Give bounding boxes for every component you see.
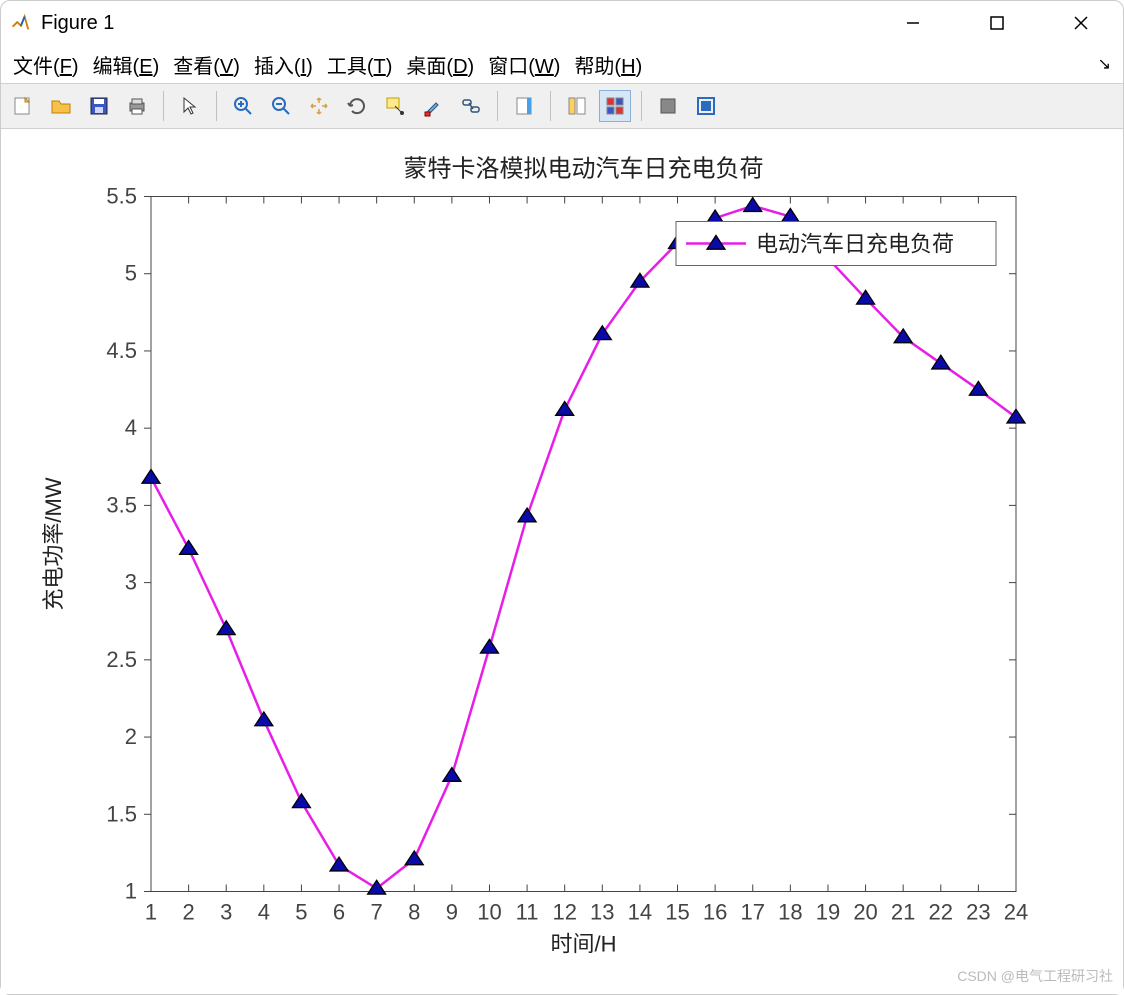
x-tick-label: 17 (740, 900, 764, 925)
toolbar-separator (497, 91, 498, 121)
x-tick-label: 3 (220, 900, 232, 925)
undock-icon[interactable]: ↘ (1098, 54, 1111, 74)
data-cursor-button[interactable] (379, 90, 411, 122)
minimize-button[interactable] (891, 8, 935, 38)
y-tick-label: 5.5 (106, 184, 137, 209)
show-plot-button[interactable] (690, 90, 722, 122)
rotate-button[interactable] (341, 90, 373, 122)
y-tick-label: 5 (125, 261, 137, 286)
x-tick-label: 11 (516, 900, 539, 925)
menu-view[interactable]: 查看(V) (173, 50, 240, 79)
x-tick-label: 4 (258, 900, 270, 925)
brush-button[interactable] (417, 90, 449, 122)
x-tick-label: 7 (371, 900, 383, 925)
zoom-out-button[interactable] (265, 90, 297, 122)
save-button[interactable] (83, 90, 115, 122)
x-tick-label: 21 (891, 900, 915, 925)
x-tick-label: 14 (628, 900, 652, 925)
chart: 蒙特卡洛模拟电动汽车日充电负荷11.522.533.544.555.512345… (1, 129, 1123, 994)
y-tick-label: 4.5 (106, 338, 137, 363)
matlab-icon (9, 12, 31, 34)
link-button[interactable] (455, 90, 487, 122)
open-button[interactable] (45, 90, 77, 122)
x-tick-label: 9 (446, 900, 458, 925)
menu-edit[interactable]: 编辑(E) (93, 50, 160, 79)
x-tick-label: 18 (778, 900, 802, 925)
toolbar-separator (163, 91, 164, 121)
window-controls (891, 8, 1103, 38)
y-tick-label: 1 (125, 879, 137, 904)
y-axis-label: 充电功率/MW (41, 477, 66, 610)
legend-label: 电动汽车日充电负荷 (756, 232, 954, 257)
toolbar-separator (550, 91, 551, 121)
pan-button[interactable] (303, 90, 335, 122)
titlebar: Figure 1 (1, 1, 1123, 45)
toolbar-separator (216, 91, 217, 121)
y-tick-label: 2 (125, 724, 137, 749)
x-tick-label: 22 (929, 900, 953, 925)
legend-button[interactable] (561, 90, 593, 122)
menu-help[interactable]: 帮助(H) (574, 50, 642, 79)
y-tick-label: 3 (125, 570, 137, 595)
pointer-button[interactable] (174, 90, 206, 122)
window-title: Figure 1 (41, 12, 891, 35)
x-tick-label: 8 (408, 900, 420, 925)
menubar: 文件(F) 编辑(E) 查看(V) 插入(I) 工具(T) 桌面(D) 窗口(W… (1, 45, 1123, 83)
x-tick-label: 10 (477, 900, 501, 925)
y-tick-label: 1.5 (106, 801, 137, 826)
menu-file[interactable]: 文件(F) (13, 50, 79, 79)
x-tick-label: 1 (145, 900, 157, 925)
x-tick-label: 23 (966, 900, 990, 925)
x-tick-label: 6 (333, 900, 345, 925)
toolbar (1, 83, 1123, 129)
zoom-in-button[interactable] (227, 90, 259, 122)
plot-tools-button[interactable] (599, 90, 631, 122)
maximize-button[interactable] (975, 8, 1019, 38)
menu-window[interactable]: 窗口(W) (488, 50, 560, 79)
chart-title: 蒙特卡洛模拟电动汽车日充电负荷 (404, 156, 764, 183)
x-tick-label: 12 (552, 900, 576, 925)
x-tick-label: 2 (182, 900, 194, 925)
new-figure-button[interactable] (7, 90, 39, 122)
colorbar-button[interactable] (508, 90, 540, 122)
x-tick-label: 16 (703, 900, 727, 925)
hide-plot-button[interactable] (652, 90, 684, 122)
x-tick-label: 24 (1004, 900, 1028, 925)
menu-desktop[interactable]: 桌面(D) (406, 50, 474, 79)
figure-window: Figure 1 文件(F) 编辑(E) 查看(V) 插入(I) 工具(T) 桌… (0, 0, 1124, 995)
figure-area[interactable]: 蒙特卡洛模拟电动汽车日充电负荷11.522.533.544.555.512345… (1, 129, 1123, 994)
menu-tools[interactable]: 工具(T) (327, 50, 393, 79)
close-button[interactable] (1059, 8, 1103, 38)
x-tick-label: 13 (590, 900, 614, 925)
x-tick-label: 20 (853, 900, 877, 925)
menu-insert[interactable]: 插入(I) (254, 50, 313, 79)
y-tick-label: 2.5 (106, 647, 137, 672)
x-tick-label: 5 (295, 900, 307, 925)
y-tick-label: 3.5 (106, 492, 137, 517)
x-axis-label: 时间/H (550, 932, 616, 957)
x-tick-label: 15 (665, 900, 689, 925)
x-tick-label: 19 (816, 900, 840, 925)
watermark: CSDN @电气工程研习社 (957, 966, 1113, 986)
y-tick-label: 4 (125, 415, 137, 440)
toolbar-separator (641, 91, 642, 121)
print-button[interactable] (121, 90, 153, 122)
